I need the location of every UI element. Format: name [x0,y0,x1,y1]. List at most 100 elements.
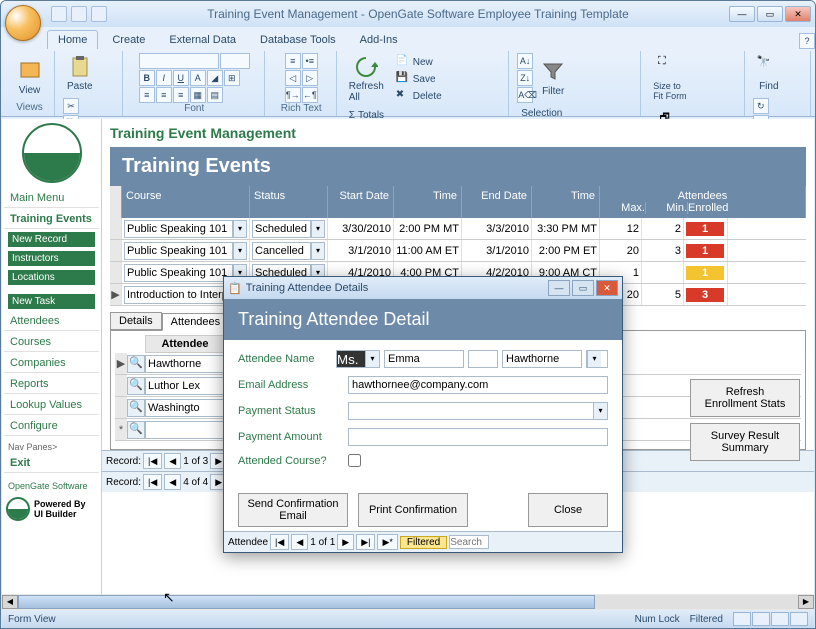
minimize-button[interactable]: — [729,6,755,22]
nav-prev-icon[interactable]: ◀ [164,474,181,490]
qat-redo-icon[interactable] [91,6,107,22]
tab-home[interactable]: Home [47,30,98,49]
bulleted-list-icon[interactable]: •≡ [302,53,318,69]
table-row[interactable]: ▾▾3/1/201011:00 AM ET3/1/20102:00 PM ET2… [110,240,806,262]
nav-new-icon[interactable]: ▶* [377,534,397,550]
end-date-cell[interactable]: 3/3/2010 [462,218,532,239]
chevron-down-icon[interactable]: ▾ [365,351,379,367]
attendee-name-input[interactable] [145,399,225,417]
fill-color-icon[interactable]: ▦ [190,87,206,103]
save-record-button[interactable]: 💾Save [392,71,446,87]
first-name-input[interactable] [384,350,464,368]
start-time-cell[interactable]: 2:00 PM MT [394,218,462,239]
sort-desc-icon[interactable]: Z↓ [517,70,533,86]
email-input[interactable] [348,376,608,394]
nav-first-icon[interactable]: |◀ [143,453,162,469]
office-button[interactable] [5,5,41,41]
middle-name-input[interactable] [468,350,498,368]
view-button[interactable]: View [14,57,46,98]
gridlines-icon[interactable]: ⊞ [224,70,240,86]
nav-courses[interactable]: Courses [4,333,99,352]
start-date-cell[interactable]: 3/30/2010 [328,218,394,239]
refresh-all-button[interactable]: Refresh All [345,53,388,105]
maximize-button[interactable]: ▭ [757,6,783,22]
chevron-down-icon[interactable]: ▾ [311,242,325,260]
paste-button[interactable]: Paste [63,53,97,94]
nav-next-icon[interactable]: ▶ [337,534,354,550]
design-view-icon[interactable] [790,612,808,626]
col-start-time[interactable]: Time [394,186,462,218]
min-cell[interactable]: 5 [642,284,684,305]
filter-button[interactable]: Filter [537,58,569,99]
start-time-cell[interactable]: 11:00 AM ET [394,240,462,261]
decrease-indent-icon[interactable]: ◁ [285,70,301,86]
chevron-down-icon[interactable]: ▾ [593,403,607,419]
scroll-thumb[interactable] [18,595,595,609]
bold-icon[interactable]: B [139,70,155,86]
lookup-icon[interactable]: 🔍 [127,399,145,417]
dialog-search[interactable] [449,535,489,549]
chevron-down-icon[interactable]: ▾ [587,351,601,367]
max-cell[interactable]: 20 [600,240,642,261]
lookup-icon[interactable]: 🔍 [127,421,145,439]
nav-first-icon[interactable]: |◀ [270,534,289,550]
nav-configure[interactable]: Configure [4,417,99,436]
filtered-badge[interactable]: Filtered [400,536,447,549]
last-name-input[interactable] [502,350,582,368]
chevron-down-icon[interactable]: ▾ [233,220,247,238]
row-selector[interactable] [110,240,122,261]
nav-first-icon[interactable]: |◀ [143,474,162,490]
cut-icon[interactable]: ✂ [63,98,79,114]
col-start-date[interactable]: Start Date [328,186,394,218]
numbered-list-icon[interactable]: ≡ [285,53,301,69]
increase-indent-icon[interactable]: ▷ [302,70,318,86]
nav-attendees[interactable]: Attendees [4,312,99,331]
nav-prev-icon[interactable]: ◀ [291,534,308,550]
col-end-time[interactable]: Time [532,186,600,218]
attendee-new-input[interactable] [145,421,225,439]
nav-lookup-values[interactable]: Lookup Values [4,396,99,415]
align-right-icon[interactable]: ≡ [173,87,189,103]
tab-external-data[interactable]: External Data [159,31,246,49]
refresh-enrollment-button[interactable]: Refresh Enrollment Stats [690,379,800,417]
end-date-cell[interactable]: 3/1/2010 [462,240,532,261]
scroll-right-icon[interactable]: ▶ [798,595,814,609]
rtl-icon[interactable]: ←¶ [302,87,318,103]
row-selector[interactable]: ▶ [110,284,122,305]
course-select[interactable] [124,264,233,282]
layout-view-icon[interactable] [771,612,789,626]
col-enrolled[interactable]: Enrolled [688,202,732,214]
btn-instructors[interactable]: Instructors [8,251,95,266]
btn-new-task[interactable]: New Task [8,294,95,309]
qat-save-icon[interactable] [51,6,67,22]
salutation-select[interactable] [337,351,365,367]
highlight-icon[interactable]: ◢ [207,70,223,86]
end-time-cell[interactable]: 3:30 PM MT [532,218,600,239]
min-cell[interactable] [642,262,684,283]
lookup-icon[interactable]: 🔍 [127,355,145,373]
row-selector[interactable] [110,218,122,239]
font-color-icon[interactable]: A [190,70,206,86]
size-to-fit-button[interactable]: ⛶Size to Fit Form [649,53,691,103]
nav-training-events[interactable]: Training Events [4,210,99,229]
row-selector[interactable] [115,375,127,396]
max-cell[interactable]: 12 [600,218,642,239]
italic-icon[interactable]: I [156,70,172,86]
align-left-icon[interactable]: ≡ [139,87,155,103]
chevron-down-icon[interactable]: ▾ [311,220,325,238]
end-time-cell[interactable]: 2:00 PM ET [532,240,600,261]
clear-sort-icon[interactable]: A⌫ [517,87,533,103]
lookup-icon[interactable]: 🔍 [127,377,145,395]
nav-main-menu[interactable]: Main Menu [4,189,99,208]
tab-create[interactable]: Create [102,31,155,49]
tab-add-ins[interactable]: Add-Ins [350,31,408,49]
col-max[interactable]: Max. [604,202,646,214]
close-dialog-button[interactable]: Close [528,493,608,527]
course-select[interactable] [124,220,233,238]
min-cell[interactable]: 3 [642,240,684,261]
font-size[interactable] [220,53,250,69]
nav-panes-toggle[interactable]: Nav Panes> [4,442,99,452]
nav-reports[interactable]: Reports [4,375,99,394]
row-selector[interactable] [115,397,127,418]
alt-row-icon[interactable]: ▤ [207,87,223,103]
